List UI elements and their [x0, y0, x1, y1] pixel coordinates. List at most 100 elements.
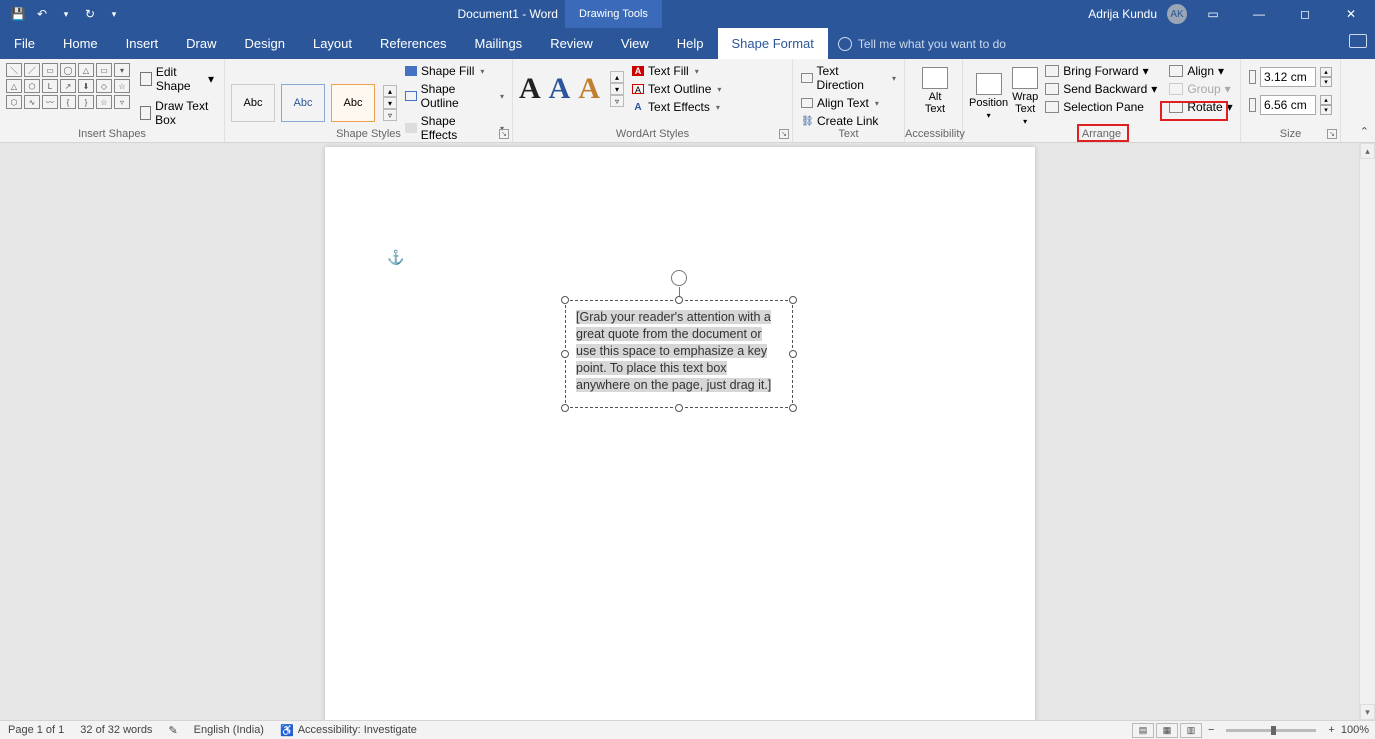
comments-icon[interactable] [1349, 34, 1367, 48]
web-layout-view-icon[interactable]: ▥ [1180, 723, 1202, 738]
resize-handle-tm[interactable] [675, 296, 683, 304]
gallery-scroll[interactable]: ▴▾▿ [383, 85, 397, 121]
selection-pane-button[interactable]: Selection Pane [1042, 99, 1160, 115]
group-wordart-styles: A A A ▴▾▿ AText Fill▾ AText Outline▾ ATe… [513, 59, 793, 142]
scroll-up-icon[interactable]: ▴ [1360, 143, 1375, 159]
resize-handle-ml[interactable] [561, 350, 569, 358]
vertical-scrollbar[interactable]: ▴ ▾ [1359, 143, 1375, 720]
style-thumb-3[interactable]: Abc [331, 84, 375, 122]
align-text-button[interactable]: Align Text▾ [799, 95, 898, 111]
tab-design[interactable]: Design [231, 28, 299, 59]
resize-handle-mr[interactable] [789, 350, 797, 358]
qat-customize-icon[interactable]: ▾ [104, 4, 124, 24]
tab-view[interactable]: View [607, 28, 663, 59]
text-fill-button[interactable]: AText Fill▾ [630, 63, 723, 79]
send-backward-button[interactable]: Send Backward▾ [1042, 81, 1160, 97]
tab-references[interactable]: References [366, 28, 460, 59]
wordart-style-1[interactable]: A [519, 72, 541, 106]
text-effects-button[interactable]: AText Effects▾ [630, 99, 723, 115]
user-name: Adrija Kundu [1088, 7, 1157, 21]
language-status[interactable]: English (India) [186, 724, 272, 736]
tab-home[interactable]: Home [49, 28, 112, 59]
ribbon-tabs: File Home Insert Draw Design Layout Refe… [0, 28, 1375, 59]
wordart-style-3[interactable]: A [578, 72, 600, 106]
position-button[interactable]: Position▾ [969, 63, 1008, 126]
zoom-in-button[interactable]: + [1328, 724, 1334, 736]
align-icon [1169, 65, 1183, 77]
bring-forward-button[interactable]: Bring Forward▾ [1042, 63, 1160, 79]
resize-handle-br[interactable] [789, 404, 797, 412]
minimize-button[interactable]: — [1239, 0, 1279, 28]
resize-handle-tr[interactable] [789, 296, 797, 304]
scroll-down-icon[interactable]: ▾ [1360, 704, 1375, 720]
text-outline-button[interactable]: AText Outline▾ [630, 81, 723, 97]
tab-shape-format[interactable]: Shape Format [718, 28, 828, 59]
text-box[interactable]: [Grab your reader's attention with a gre… [565, 300, 793, 408]
maximize-button[interactable]: ◻ [1285, 0, 1325, 28]
tab-review[interactable]: Review [536, 28, 607, 59]
text-outline-icon: A [632, 84, 644, 94]
text-direction-button[interactable]: Text Direction▾ [799, 63, 898, 93]
dialog-launcher-icon[interactable]: ↘ [779, 129, 789, 139]
tab-layout[interactable]: Layout [299, 28, 366, 59]
page-count[interactable]: Page 1 of 1 [0, 724, 72, 736]
status-bar: Page 1 of 1 32 of 32 words ✎ English (In… [0, 720, 1375, 739]
resize-handle-bl[interactable] [561, 404, 569, 412]
create-link-button[interactable]: ⛓Create Link [799, 113, 898, 129]
gallery-scroll[interactable]: ▴▾▿ [610, 71, 624, 107]
tab-insert[interactable]: Insert [112, 28, 173, 59]
height-spinner[interactable]: ▴▾ [1320, 67, 1332, 87]
dialog-launcher-icon[interactable]: ↘ [1327, 129, 1337, 139]
shape-outline-button[interactable]: Shape Outline▾ [403, 81, 506, 111]
shapes-gallery[interactable]: ＼／▭◯△▭▾ △⬡L↗⬇◇☆ ⬡∿〰{}☆▿ [6, 63, 130, 129]
tell-me-search[interactable]: Tell me what you want to do [838, 37, 1006, 51]
width-spinner[interactable]: ▴▾ [1320, 95, 1332, 115]
style-thumb-1[interactable]: Abc [231, 84, 275, 122]
rotate-button[interactable]: Rotate▾ [1166, 99, 1235, 115]
tab-mailings[interactable]: Mailings [461, 28, 537, 59]
shape-width-input[interactable] [1260, 95, 1316, 115]
draw-text-box-button[interactable]: Draw Text Box [136, 97, 218, 129]
accessibility-status[interactable]: ♿Accessibility: Investigate [272, 724, 425, 737]
edit-shape-button[interactable]: Edit Shape▾ [136, 63, 218, 95]
dialog-launcher-icon[interactable]: ↘ [499, 129, 509, 139]
rotate-handle[interactable] [671, 270, 687, 286]
shape-fill-button[interactable]: Shape Fill▾ [403, 63, 506, 79]
undo-icon[interactable]: ↶ [32, 4, 52, 24]
style-thumb-2[interactable]: Abc [281, 84, 325, 122]
zoom-slider[interactable] [1226, 729, 1316, 732]
ribbon-display-options-icon[interactable]: ▭ [1193, 0, 1233, 28]
ribbon: ＼／▭◯△▭▾ △⬡L↗⬇◇☆ ⬡∿〰{}☆▿ Edit Shape▾ Draw… [0, 59, 1375, 143]
user-avatar[interactable]: AK [1167, 4, 1187, 24]
zoom-out-button[interactable]: − [1208, 724, 1214, 736]
spell-check-icon[interactable]: ✎ [160, 724, 185, 737]
collapse-ribbon-icon[interactable]: ⌃ [1360, 125, 1369, 138]
fill-swatch-icon [405, 66, 417, 76]
wordart-style-2[interactable]: A [549, 72, 571, 106]
wrap-text-button[interactable]: Wrap Text▾ [1012, 63, 1038, 126]
text-box-content[interactable]: [Grab your reader's attention with a gre… [576, 310, 771, 392]
print-layout-view-icon[interactable]: ▦ [1156, 723, 1178, 738]
save-icon[interactable]: 💾 [8, 4, 28, 24]
resize-handle-tl[interactable] [561, 296, 569, 304]
tab-file[interactable]: File [0, 28, 49, 59]
close-button[interactable]: ✕ [1331, 0, 1371, 28]
shape-height-input[interactable] [1260, 67, 1316, 87]
width-icon [1249, 98, 1256, 112]
align-text-icon [801, 98, 813, 108]
redo-icon[interactable]: ↻ [80, 4, 100, 24]
word-count[interactable]: 32 of 32 words [72, 724, 160, 736]
read-mode-view-icon[interactable]: ▤ [1132, 723, 1154, 738]
undo-more-icon[interactable]: ▾ [56, 4, 76, 24]
tab-draw[interactable]: Draw [172, 28, 230, 59]
wordart-gallery[interactable]: A A A ▴▾▿ [519, 63, 624, 115]
text-box-selection[interactable]: [Grab your reader's attention with a gre… [565, 300, 793, 408]
align-button[interactable]: Align▾ [1166, 63, 1235, 79]
anchor-icon: ⚓ [387, 249, 404, 266]
group-label: Text [793, 128, 904, 140]
alt-text-button[interactable]: Alt Text [911, 63, 959, 115]
zoom-level[interactable]: 100% [1341, 724, 1369, 736]
tab-help[interactable]: Help [663, 28, 718, 59]
document-page[interactable]: ⚓ [Grab your reader's attention with a g… [325, 147, 1035, 720]
resize-handle-bm[interactable] [675, 404, 683, 412]
